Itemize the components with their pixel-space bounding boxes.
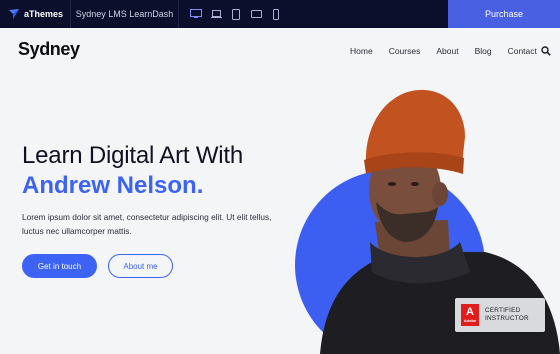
brand-label: aThemes [24, 9, 64, 19]
nav-item-about[interactable]: About [436, 46, 458, 56]
demo-topbar: aThemes Sydney LMS LearnDash Purchase [0, 0, 560, 28]
certified-instructor-badge: A Adobe CERTIFIED INSTRUCTOR [455, 298, 545, 332]
demo-name: Sydney LMS LearnDash [75, 9, 174, 19]
get-in-touch-button[interactable]: Get in touch [22, 254, 97, 278]
adobe-logo-icon: A Adobe [461, 304, 479, 326]
site-logo[interactable]: Sydney [18, 39, 80, 60]
hero-title-line1: Learn Digital Art With [22, 142, 244, 169]
athemes-brand[interactable]: aThemes [0, 0, 70, 28]
tablet-landscape-icon[interactable] [250, 8, 262, 20]
about-me-button[interactable]: About me [108, 254, 173, 278]
main-nav: Home Courses About Blog Contact [350, 46, 537, 56]
nav-item-home[interactable]: Home [350, 46, 373, 56]
laptop-icon[interactable] [210, 8, 222, 20]
hero-title-line2: Andrew Nelson. [22, 172, 204, 199]
hero-paragraph: Lorem ipsum dolor sit amet, consectetur … [22, 212, 272, 236]
device-switcher [179, 0, 282, 28]
badge-label: CERTIFIED INSTRUCTOR [485, 307, 529, 322]
nav-item-blog[interactable]: Blog [475, 46, 492, 56]
search-icon[interactable] [541, 46, 551, 56]
nav-item-contact[interactable]: Contact [508, 46, 537, 56]
purchase-button[interactable]: Purchase [448, 0, 560, 28]
desktop-icon[interactable] [190, 8, 202, 20]
nav-item-courses[interactable]: Courses [389, 46, 421, 56]
tablet-icon[interactable] [230, 8, 242, 20]
mobile-icon[interactable] [270, 8, 282, 20]
athemes-logo-icon [9, 9, 19, 19]
